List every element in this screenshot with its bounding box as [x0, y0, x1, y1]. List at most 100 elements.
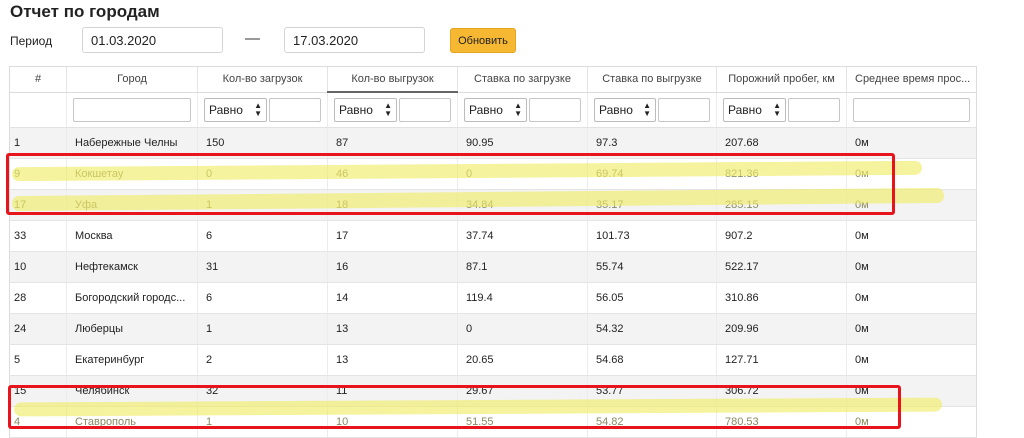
cell-load-rate: 0	[457, 158, 588, 190]
cell-avg-idle: 0м	[846, 189, 977, 221]
filter-cell-index	[9, 92, 67, 128]
cell-load-rate: 90.95	[457, 127, 588, 159]
cell-load-rate: 20.65	[457, 344, 588, 376]
cell-avg-idle: 0м	[846, 375, 977, 407]
cell-empty-run: 780.53	[716, 406, 847, 438]
cell-empty-run: 310.86	[716, 282, 847, 314]
cell-loads: 31	[197, 251, 328, 283]
cell-index: 9	[9, 158, 67, 190]
empty-run-operator-select[interactable]: Равно ▲ ▼	[723, 97, 786, 122]
cell-unloads: 11	[327, 375, 458, 407]
cell-index: 24	[9, 313, 67, 345]
cell-index: 5	[9, 344, 67, 376]
unload-rate-operator-select[interactable]: Равно ▲ ▼	[594, 97, 656, 122]
filter-cell-city	[66, 92, 198, 128]
empty-run-filter-input[interactable]	[788, 97, 840, 122]
city-filter-input[interactable]	[73, 97, 191, 122]
filter-cell-avg-idle	[846, 92, 977, 128]
cell-avg-idle: 0м	[846, 313, 977, 345]
unloads-filter-input[interactable]	[399, 98, 451, 122]
column-header-city[interactable]: Город	[66, 66, 198, 93]
date-range-separator: —	[245, 30, 260, 47]
sort-arrows-icon: ▲ ▼	[254, 100, 262, 118]
cell-empty-run: 285.15	[716, 189, 847, 221]
cell-loads: 32	[197, 375, 328, 407]
cell-avg-idle: 0м	[846, 282, 977, 314]
column-header-avg-idle[interactable]: Среднее время прос...	[846, 66, 977, 93]
date-to-input[interactable]	[284, 27, 425, 53]
cell-index: 33	[9, 220, 67, 252]
cell-avg-idle: 0м	[846, 344, 977, 376]
table-row[interactable]: 33 Москва 6 17 37.74 101.73 907.2 0м	[9, 220, 977, 252]
cell-index: 28	[9, 282, 67, 314]
cell-unload-rate: 35.17	[587, 189, 717, 221]
cell-loads: 150	[197, 127, 328, 159]
report-table: # Город Кол-во загрузок Кол-во выгрузок …	[9, 66, 977, 438]
column-header-unload-rate[interactable]: Ставка по выгрузке	[587, 66, 717, 93]
cell-index: 1	[9, 127, 67, 159]
loads-filter-input[interactable]	[269, 97, 321, 122]
table-row[interactable]: 4 Ставрополь 1 10 51.55 54.82 780.53 0м	[9, 406, 977, 438]
cell-loads: 2	[197, 344, 328, 376]
cell-empty-run: 821.36	[716, 158, 847, 190]
cell-index: 15	[9, 375, 67, 407]
cell-unload-rate: 54.32	[587, 313, 717, 345]
period-label: Период	[10, 34, 53, 48]
column-header-index[interactable]: #	[9, 66, 67, 93]
column-header-unloads[interactable]: Кол-во выгрузок	[327, 66, 458, 93]
cell-empty-run: 907.2	[716, 220, 847, 252]
load-rate-filter-input[interactable]	[529, 97, 581, 122]
avg-idle-filter-input[interactable]	[853, 97, 970, 122]
column-header-empty-run[interactable]: Порожний пробег, км	[716, 66, 847, 93]
table-row[interactable]: 10 Нефтекамск 31 16 87.1 55.74 522.17 0м	[9, 251, 977, 283]
cell-city: Екатеринбург	[66, 344, 198, 376]
cell-load-rate: 0	[457, 313, 588, 345]
table-row[interactable]: 15 Челябинск 32 11 29.67 53.77 306.72 0м	[9, 375, 977, 407]
table-row[interactable]: 9 Кокшетау 0 46 0 69.74 821.36 0м	[9, 158, 977, 190]
table-row[interactable]: 24 Люберцы 1 13 0 54.32 209.96 0м	[9, 313, 977, 345]
cell-loads: 1	[197, 313, 328, 345]
sort-arrows-icon: ▲ ▼	[773, 100, 781, 118]
filter-cell-unloads: Равно ▲ ▼	[327, 92, 458, 128]
cell-unloads: 13	[327, 344, 458, 376]
cell-load-rate: 37.74	[457, 220, 588, 252]
header-row: # Город Кол-во загрузок Кол-во выгрузок …	[9, 66, 977, 93]
cell-index: 4	[9, 406, 67, 438]
cell-city: Кокшетау	[66, 158, 198, 190]
cell-unload-rate: 101.73	[587, 220, 717, 252]
filter-cell-load-rate: Равно ▲ ▼	[457, 92, 588, 128]
cell-city: Москва	[66, 220, 198, 252]
cell-city: Набережные Челны	[66, 127, 198, 159]
cell-avg-idle: 0м	[846, 127, 977, 159]
column-header-load-rate[interactable]: Ставка по загрузке	[457, 66, 588, 93]
cell-avg-idle: 0м	[846, 251, 977, 283]
cell-unload-rate: 55.74	[587, 251, 717, 283]
table-row[interactable]: 1 Набережные Челны 150 87 90.95 97.3 207…	[9, 127, 977, 159]
table-row[interactable]: 17 Уфа 1 18 34.84 35.17 285.15 0м	[9, 189, 977, 221]
cell-city: Уфа	[66, 189, 198, 221]
cell-city: Ставрополь	[66, 406, 198, 438]
cell-empty-run: 207.68	[716, 127, 847, 159]
column-header-loads[interactable]: Кол-во загрузок	[197, 66, 328, 93]
loads-operator-select[interactable]: Равно ▲ ▼	[204, 97, 267, 122]
cell-city: Богородский городс...	[66, 282, 198, 314]
cell-unloads: 87	[327, 127, 458, 159]
cell-unload-rate: 54.82	[587, 406, 717, 438]
sort-arrows-icon: ▲ ▼	[514, 100, 522, 118]
cell-unloads: 14	[327, 282, 458, 314]
cell-avg-idle: 0м	[846, 158, 977, 190]
cell-unload-rate: 69.74	[587, 158, 717, 190]
unloads-operator-select[interactable]: Равно ▲ ▼	[334, 98, 397, 122]
cell-unload-rate: 56.05	[587, 282, 717, 314]
table-row[interactable]: 28 Богородский городс... 6 14 119.4 56.0…	[9, 282, 977, 314]
cell-load-rate: 119.4	[457, 282, 588, 314]
table-row[interactable]: 5 Екатеринбург 2 13 20.65 54.68 127.71 0…	[9, 344, 977, 376]
load-rate-operator-select[interactable]: Равно ▲ ▼	[464, 97, 527, 122]
cell-unloads: 18	[327, 189, 458, 221]
cell-index: 17	[9, 189, 67, 221]
cell-loads: 6	[197, 282, 328, 314]
sort-arrows-icon: ▲ ▼	[384, 101, 392, 118]
date-from-input[interactable]	[82, 27, 223, 53]
unload-rate-filter-input[interactable]	[658, 97, 710, 122]
refresh-button[interactable]: Обновить	[450, 28, 516, 53]
